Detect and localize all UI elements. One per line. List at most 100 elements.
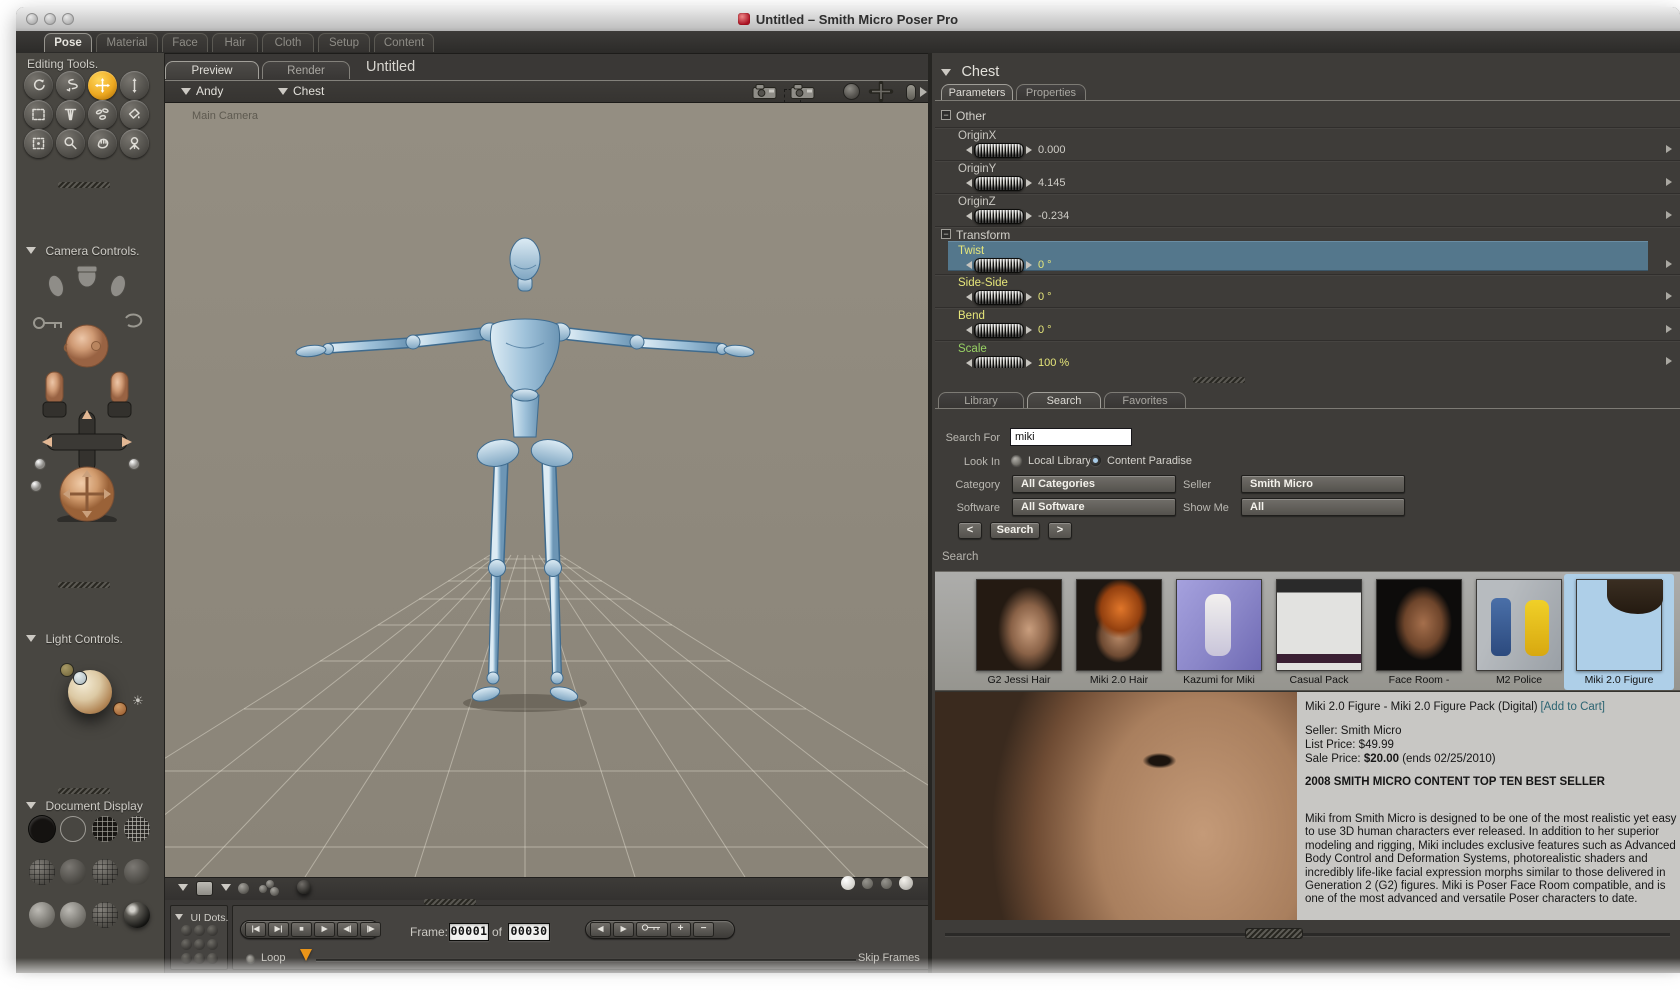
- viewport-canvas[interactable]: Main Camera: [165, 103, 928, 877]
- display-dot-4[interactable]: [899, 876, 913, 890]
- animation-key-icon[interactable]: [33, 317, 62, 329]
- row-expand-arrow-icon[interactable]: [1666, 260, 1672, 268]
- row-expand-arrow-icon[interactable]: [1666, 178, 1672, 186]
- camera-select-dot[interactable]: [34, 458, 46, 470]
- timeline-slider[interactable]: [316, 959, 856, 961]
- trackball-mode-icon[interactable]: [843, 83, 860, 100]
- parameter-value[interactable]: 0 °: [1038, 259, 1052, 271]
- parameter-label[interactable]: Side-Side: [958, 277, 1008, 289]
- display-dot-1[interactable]: [841, 876, 855, 890]
- tracking-full-icon[interactable]: [297, 880, 311, 894]
- tracking-ball-icon[interactable]: [238, 883, 249, 894]
- translate-pull-tool-button[interactable]: [88, 71, 117, 100]
- ui-dot[interactable]: [207, 953, 218, 964]
- category-dropdown[interactable]: All Categories: [1012, 475, 1176, 493]
- display-style-lit-wireframe[interactable]: [29, 859, 55, 885]
- content-paradise-radio-label[interactable]: Content Paradise: [1107, 455, 1192, 467]
- ui-dot[interactable]: [181, 925, 192, 936]
- view-magnifier-tool-button[interactable]: [56, 129, 85, 158]
- camera-select-dot[interactable]: [128, 458, 140, 470]
- display-style-silhouette[interactable]: [29, 816, 55, 842]
- trackball-control[interactable]: [57, 466, 117, 522]
- display-style-hidden-line[interactable]: [124, 816, 150, 842]
- display-style-outline[interactable]: [60, 816, 86, 842]
- grouping-tool-button[interactable]: [24, 129, 53, 158]
- ui-dot[interactable]: [194, 939, 205, 950]
- display-style-texture-shaded[interactable]: [92, 902, 118, 928]
- display-style-smooth-shaded[interactable]: [29, 902, 55, 928]
- result-label[interactable]: G2 Jessi Hair: [969, 674, 1069, 686]
- collapse-group-button[interactable]: −: [941, 229, 951, 239]
- parameter-dial[interactable]: [966, 258, 1032, 273]
- result-label[interactable]: Miki 2.0 Figure: [1569, 674, 1669, 686]
- scroll-knob[interactable]: [906, 84, 916, 101]
- software-dropdown[interactable]: All Software: [1012, 498, 1176, 516]
- timeline-position-marker[interactable]: [300, 949, 312, 961]
- search-input[interactable]: [1010, 428, 1132, 446]
- parameter-value[interactable]: -0.234: [1038, 210, 1069, 222]
- row-expand-arrow-icon[interactable]: [1666, 292, 1672, 300]
- camera-view-icon[interactable]: [752, 83, 779, 100]
- show-me-dropdown[interactable]: All: [1241, 498, 1405, 516]
- play-button[interactable]: ▶: [314, 922, 335, 937]
- light-indicator-dot[interactable]: [73, 671, 87, 685]
- parameter-value[interactable]: 0 °: [1038, 291, 1052, 303]
- next-key-button[interactable]: ▶: [613, 922, 634, 937]
- parameter-label[interactable]: OriginX: [958, 130, 996, 142]
- tracking-multi-ball-icon[interactable]: [259, 880, 281, 897]
- tab-favorites[interactable]: Favorites: [1104, 392, 1186, 409]
- ui-dot[interactable]: [207, 925, 218, 936]
- stop-button[interactable]: ■: [291, 922, 312, 937]
- tracking-menu-icon[interactable]: [221, 884, 231, 891]
- total-frames-counter[interactable]: 00030: [508, 923, 550, 941]
- ui-dot[interactable]: [181, 953, 192, 964]
- ui-dot[interactable]: [194, 925, 205, 936]
- ui-dot[interactable]: [194, 953, 205, 964]
- display-style-flat-lined[interactable]: [92, 859, 118, 885]
- rotate-tool-button[interactable]: [24, 71, 53, 100]
- parameter-dial[interactable]: [966, 176, 1032, 191]
- result-label[interactable]: M2 Police: [1469, 674, 1569, 686]
- result-label[interactable]: Kazumi for Miki: [1169, 674, 1269, 686]
- light-controls-header[interactable]: Light Controls.: [26, 630, 123, 648]
- parameter-label[interactable]: Twist: [958, 245, 984, 257]
- row-expand-arrow-icon[interactable]: [1666, 357, 1672, 365]
- next-page-button[interactable]: >: [1048, 522, 1072, 539]
- left-hand-camera-icon[interactable]: [42, 371, 67, 418]
- parameter-value[interactable]: 4.145: [1038, 177, 1066, 189]
- result-thumbnail[interactable]: [976, 579, 1062, 671]
- display-style-smooth-lined[interactable]: [60, 902, 86, 928]
- display-style-cartoon[interactable]: [124, 859, 150, 885]
- search-button[interactable]: Search: [990, 522, 1040, 539]
- display-style-flat-shaded[interactable]: [60, 859, 86, 885]
- ui-dot[interactable]: [181, 939, 192, 950]
- move-cross-icon[interactable]: [868, 81, 894, 102]
- first-frame-button[interactable]: |◀: [245, 922, 266, 937]
- content-paradise-radio[interactable]: [1090, 455, 1101, 466]
- taper-tool-button[interactable]: [56, 100, 85, 129]
- background-color-chip[interactable]: [196, 881, 213, 896]
- minimize-window-button[interactable]: [44, 13, 56, 25]
- parameter-dial[interactable]: [966, 323, 1032, 338]
- row-expand-arrow-icon[interactable]: [1666, 325, 1672, 333]
- figure-selector-menu[interactable]: Andy: [181, 84, 223, 98]
- parameter-label[interactable]: OriginY: [958, 163, 996, 175]
- twist-tool-button[interactable]: [56, 71, 85, 100]
- parameter-dial[interactable]: [966, 290, 1032, 305]
- right-hand-camera-icon[interactable]: [107, 371, 132, 418]
- panel-resize-grip[interactable]: [58, 788, 110, 794]
- previous-frame-button[interactable]: ◀|: [337, 922, 358, 937]
- tab-content[interactable]: Content: [374, 33, 434, 52]
- parameter-dial[interactable]: [966, 143, 1032, 158]
- last-frame-button[interactable]: ▶|: [268, 922, 289, 937]
- camera-dolly-tool-button[interactable]: [120, 129, 149, 158]
- result-thumbnail[interactable]: [1276, 579, 1362, 671]
- actor-selector-menu[interactable]: Chest: [278, 84, 324, 98]
- dolly-cross-control[interactable]: [42, 410, 132, 476]
- sun-icon[interactable]: ☀: [132, 693, 144, 709]
- previous-key-button[interactable]: ◀: [590, 922, 611, 937]
- row-expand-arrow-icon[interactable]: [1666, 145, 1672, 153]
- parameter-value[interactable]: 0.000: [1038, 144, 1066, 156]
- panel-resize-grip[interactable]: [58, 182, 110, 188]
- display-style-texture[interactable]: [124, 902, 150, 928]
